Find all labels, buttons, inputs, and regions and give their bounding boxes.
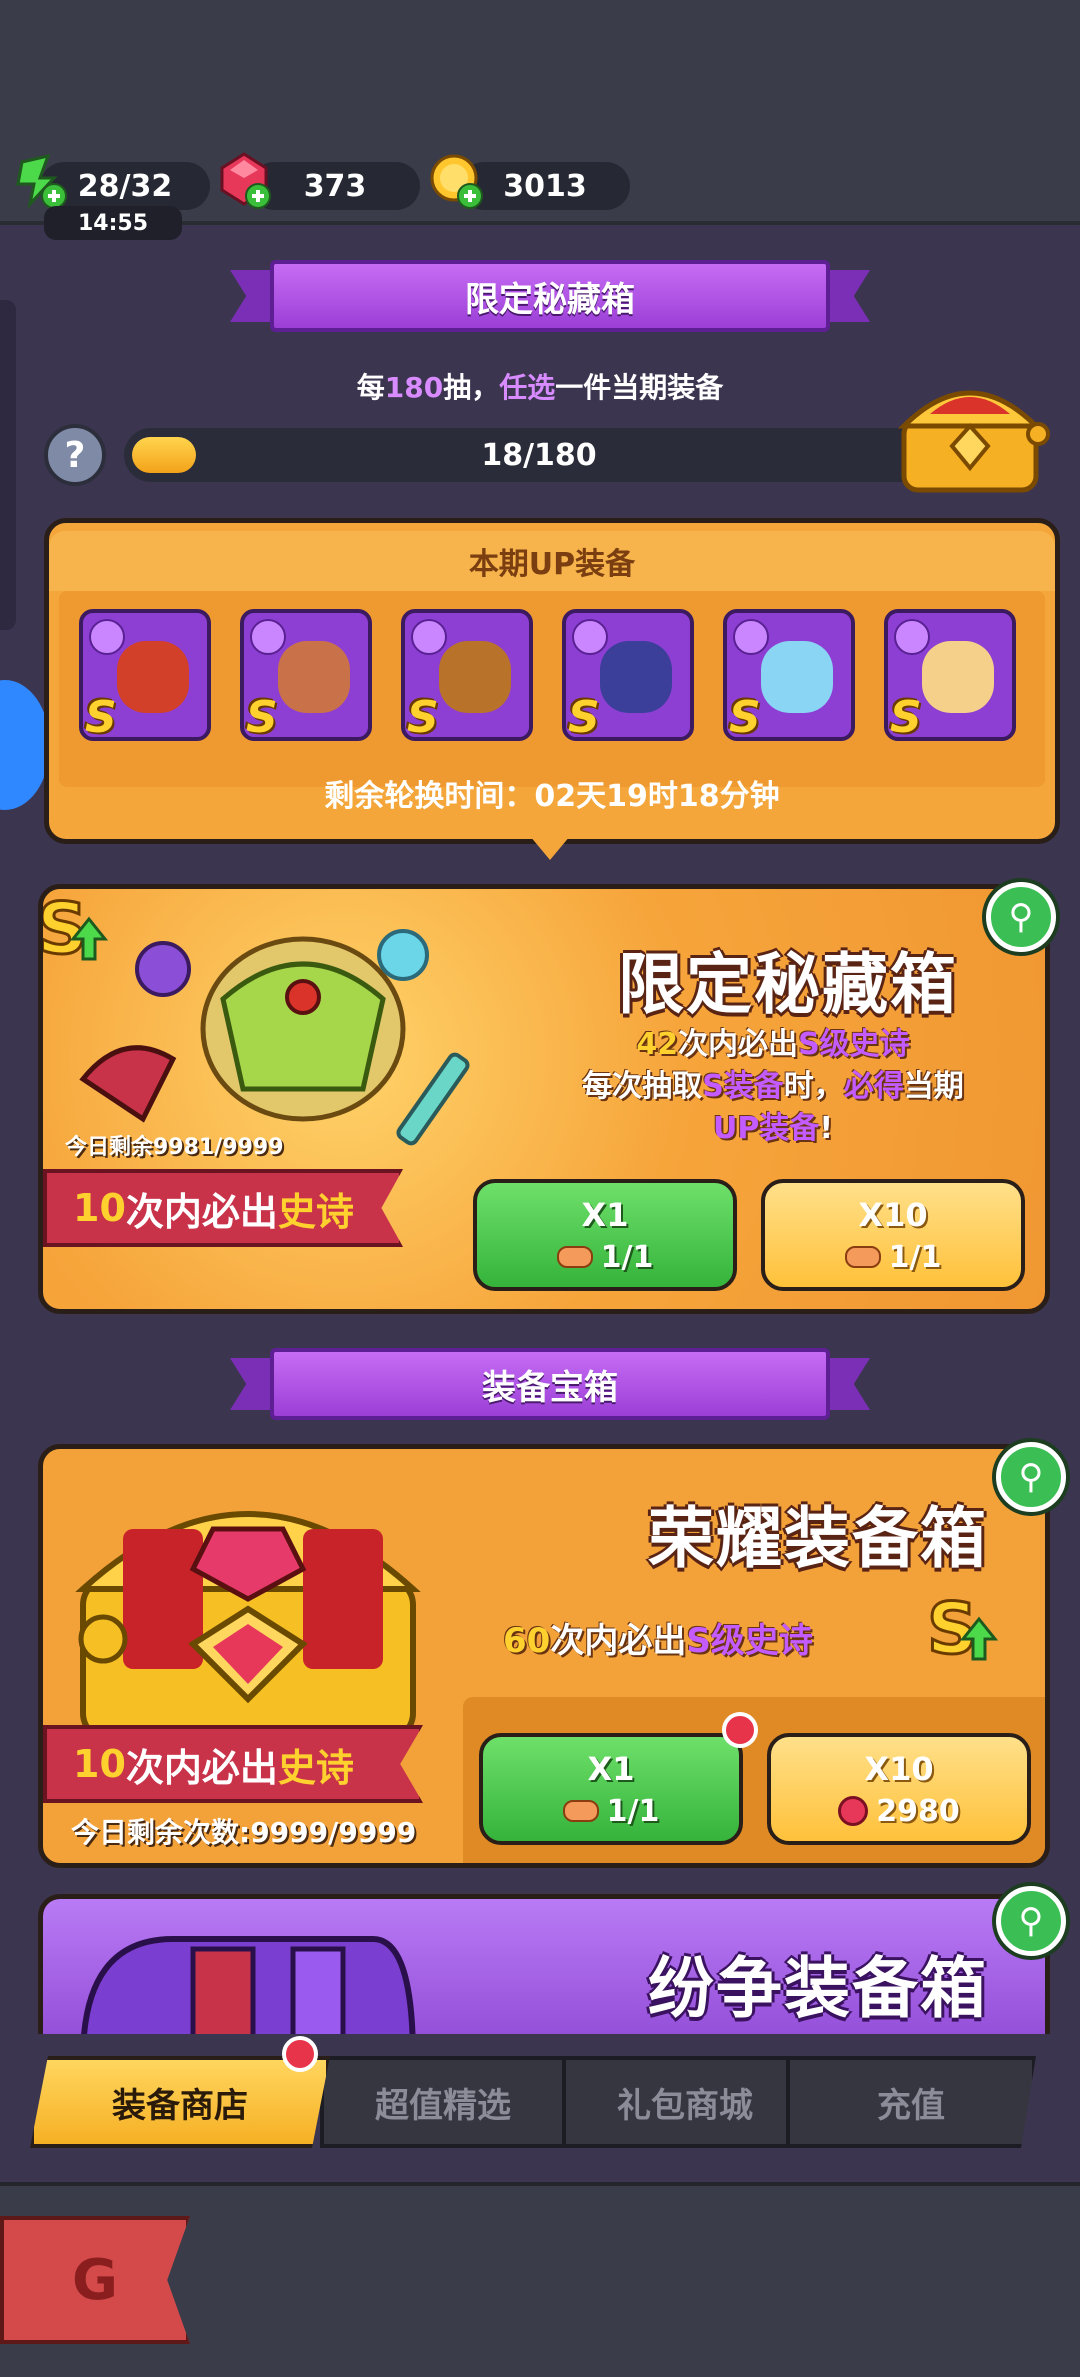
sword-item-icon	[278, 641, 350, 713]
limited-draw-x10-button[interactable]: X10 1/1	[761, 1179, 1025, 1291]
up-item-6[interactable]: S	[884, 609, 1016, 743]
gem-add-icon[interactable]	[214, 150, 274, 210]
limited-progress-text: 18/180	[481, 437, 597, 473]
limited-chest-illustration	[79, 929, 470, 1146]
strife-search-button[interactable]: ⚲	[996, 1886, 1066, 1956]
up-item-2[interactable]: S	[240, 609, 372, 743]
limited-chest-title: 限定秘藏箱	[618, 946, 958, 1023]
help-button[interactable]: ?	[44, 424, 106, 486]
wolf-club-item-icon	[439, 641, 511, 713]
glory-notification-dot	[722, 1712, 758, 1748]
limited-progress-bar: 18/180	[124, 428, 954, 482]
glory-draw-x1-button[interactable]: X1 1/1	[479, 1733, 743, 1845]
glory-search-button[interactable]: ⚲	[996, 1442, 1066, 1512]
gem-icon	[838, 1796, 869, 1826]
limited-draw-x1-button[interactable]: X1 1/1	[473, 1179, 737, 1291]
limited-daily-remaining: 今日剩余9981/9999	[65, 1135, 284, 1160]
key-icon	[562, 1800, 599, 1822]
winged-shield-item-icon	[922, 641, 994, 713]
reward-chest-icon[interactable]	[890, 370, 1050, 500]
gem-counter[interactable]: 373	[250, 162, 420, 210]
up-equipment-panel: 本期UP装备 S S S S S S 剩余轮换时间：02天19时18分钟	[44, 518, 1060, 844]
strife-chest-title: 纷争装备箱	[648, 1950, 988, 2027]
x1-label: X1	[587, 1749, 635, 1788]
grade-s-label: S	[85, 692, 117, 743]
equipment-chest-banner-title: 装备宝箱	[270, 1348, 830, 1420]
glory-epic-ribbon: 10 次内必出 史诗	[43, 1725, 423, 1803]
key-icon	[844, 1246, 881, 1268]
energy-timer: 14:55	[44, 206, 182, 240]
grade-s-label: S	[729, 692, 761, 743]
x10-cost: 1/1	[888, 1239, 942, 1275]
x10-label: X10	[858, 1195, 928, 1234]
up-item-4[interactable]: S	[562, 609, 694, 743]
rotation-timer: 剩余轮换时间：02天19时18分钟	[324, 779, 780, 814]
shop-tab-bar: 礼包商城 充值 超值精选 装备商店	[30, 2056, 1040, 2152]
limited-desc-line1: 42次内必出S级史诗	[636, 1027, 910, 1062]
glory-daily-remaining: 今日剩余次数:9999/9999	[71, 1816, 417, 1849]
gem-value: 373	[303, 168, 367, 204]
limited-chest-banner-title: 限定秘藏箱	[270, 260, 830, 332]
star-ring-item-icon	[761, 641, 833, 713]
limited-chest-card: S 今日剩余9981/9999 10 次内必出 史诗 限定秘藏箱 42次内必出S级史…	[38, 884, 1050, 1314]
glory-chest-title: 荣耀装备箱	[648, 1500, 988, 1577]
x10-label: X10	[864, 1749, 934, 1788]
tab-gift-mall[interactable]: 礼包商城	[560, 2056, 810, 2148]
panel-notch	[530, 836, 570, 860]
limited-search-button[interactable]: ⚲	[986, 882, 1056, 952]
key-icon	[556, 1246, 593, 1268]
glory-draw-x10-button[interactable]: X10 2980	[767, 1733, 1031, 1845]
axe-item-icon	[117, 641, 189, 713]
x1-cost: 1/1	[606, 1793, 660, 1829]
search-icon: ⚲	[1008, 897, 1034, 937]
glory-desc-line: 60次内必出S级史诗	[503, 1621, 813, 1661]
up-item-3[interactable]: S	[401, 609, 533, 743]
axe-type-icon	[411, 619, 447, 655]
tab-recharge[interactable]: 充值	[786, 2056, 1036, 2148]
limited-desc-line2: 每次抽取S装备时，必得当期	[582, 1069, 964, 1104]
necklace-type-icon	[894, 619, 930, 655]
grade-s-label: S	[246, 692, 278, 743]
strife-chest-illustration	[81, 1936, 416, 2034]
search-icon: ⚲	[1018, 1457, 1044, 1497]
equipment-chest-banner: 装备宝箱	[230, 1348, 870, 1420]
armor-type-icon	[572, 619, 608, 655]
gold-value: 3013	[503, 168, 587, 204]
limited-chest-banner: 限定秘藏箱	[230, 260, 870, 332]
limited-desc-line3: UP装备!	[712, 1111, 834, 1146]
grade-s-label: S	[890, 692, 922, 743]
grade-s-label: S	[568, 692, 600, 743]
equipment-shop-notification-dot	[282, 2036, 318, 2072]
s-upgrade-icon: S	[926, 1589, 999, 1669]
strife-chest-card: 纷争装备箱	[38, 1894, 1050, 2034]
side-panel-edge[interactable]	[0, 300, 16, 630]
x1-label: X1	[581, 1195, 629, 1234]
x10-cost: 2980	[876, 1793, 960, 1829]
energy-add-icon[interactable]	[10, 150, 70, 210]
glory-chest-illustration	[75, 1511, 421, 1739]
gold-add-icon[interactable]	[426, 150, 486, 210]
floating-blue-button[interactable]	[0, 680, 50, 810]
axe-type-icon	[250, 619, 286, 655]
energy-value: 28/32	[77, 168, 173, 204]
up-item-5[interactable]: S	[723, 609, 855, 743]
dragon-armor-item-icon	[600, 641, 672, 713]
tab-equipment-shop[interactable]: 装备商店	[30, 2056, 330, 2148]
tab-value-picks[interactable]: 超值精选	[320, 2056, 566, 2148]
ring-type-icon	[733, 619, 769, 655]
up-item-1[interactable]: S	[79, 609, 211, 743]
x1-cost: 1/1	[600, 1239, 654, 1275]
up-panel-title: 本期UP装备	[49, 531, 1055, 591]
back-button[interactable]: G	[0, 2216, 190, 2344]
axe-type-icon	[89, 619, 125, 655]
search-icon: ⚲	[1018, 1901, 1044, 1941]
grade-s-label: S	[407, 692, 439, 743]
limited-epic-ribbon: 10 次内必出 史诗	[43, 1169, 403, 1247]
back-arrow-icon: G	[72, 2247, 118, 2313]
glory-chest-card: 10 次内必出 史诗 今日剩余次数:9999/9999 荣耀装备箱 60次内必出S级…	[38, 1444, 1050, 1868]
